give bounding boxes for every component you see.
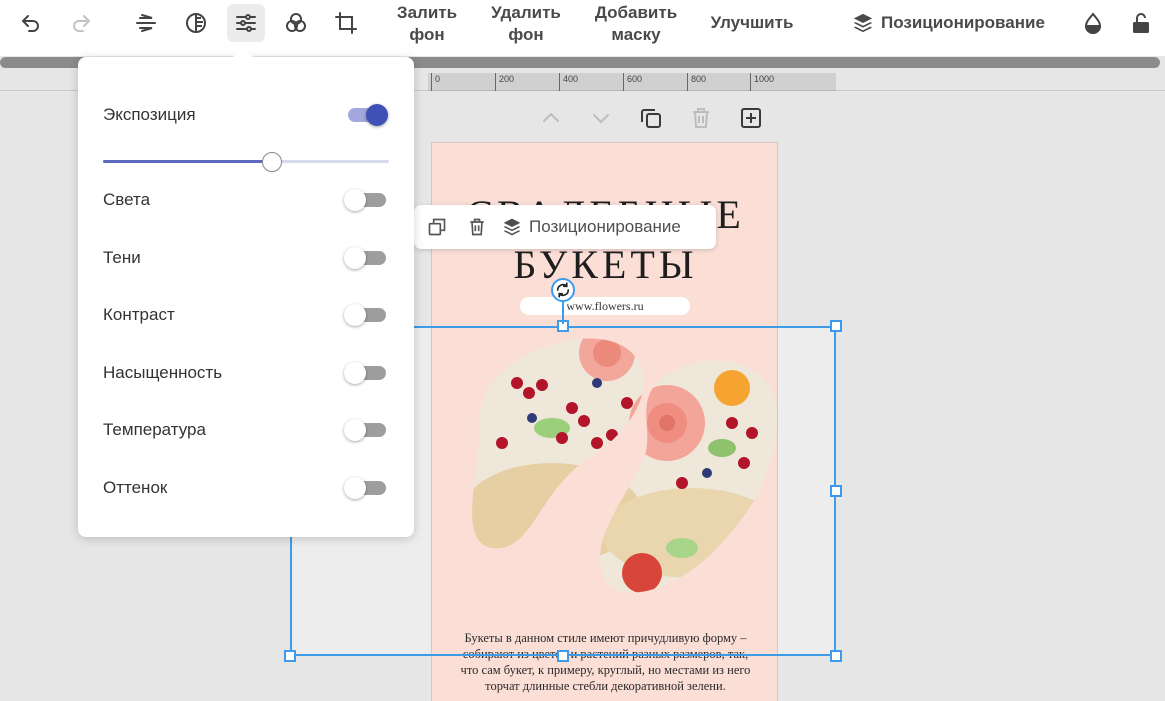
blend-icon[interactable] [277, 4, 315, 42]
add-mask-button[interactable]: Добавить маску [588, 2, 684, 46]
lock-open-icon[interactable] [1122, 4, 1160, 42]
layers-icon [503, 218, 521, 236]
remove-background-line1: Удалить [491, 3, 561, 22]
ruler-tick: 600 [623, 73, 642, 91]
rotate-handle[interactable] [551, 278, 575, 302]
context-positioning-button[interactable]: Позиционирование [502, 217, 681, 237]
duplicate-page-icon[interactable] [637, 104, 665, 132]
ruler-tick: 200 [495, 73, 514, 91]
fill-drop-icon[interactable] [1074, 4, 1112, 42]
ruler-tick: 1000 [750, 73, 774, 91]
tint-row: Оттенок [103, 473, 388, 503]
shadows-toggle[interactable] [344, 243, 388, 273]
highlights-toggle[interactable] [344, 185, 388, 215]
tint-label: Оттенок [103, 478, 168, 497]
shadows-row: Тени [103, 243, 388, 273]
enhance-button[interactable]: Улучшить [704, 12, 800, 34]
adjust-icon[interactable] [227, 4, 265, 42]
remove-background-button[interactable]: Удалить фон [484, 2, 568, 46]
flip-icon[interactable] [127, 4, 165, 42]
context-toolbar: Позиционирование [414, 205, 716, 249]
saturation-row: Насыщенность [103, 358, 388, 388]
saturation-toggle[interactable] [344, 358, 388, 388]
ruler: 0 200 400 600 800 1000 [428, 73, 836, 91]
temperature-toggle[interactable] [344, 415, 388, 445]
temperature-row: Температура [103, 415, 388, 445]
resize-handle-bl[interactable] [284, 650, 296, 662]
fill-background-line2: фон [409, 25, 445, 44]
add-mask-line1: Добавить [594, 3, 678, 22]
saturation-label: Насыщенность [103, 363, 223, 382]
contrast-toggle[interactable] [344, 300, 388, 330]
positioning-label: Позиционирование [881, 13, 1045, 32]
duplicate-icon[interactable] [422, 212, 452, 242]
fill-background-line1: Залить [396, 3, 458, 22]
delete-page-icon[interactable] [687, 104, 715, 132]
exposure-toggle[interactable] [344, 100, 388, 130]
highlights-row: Света [103, 185, 388, 215]
undo-icon[interactable] [12, 4, 50, 42]
filter-icon[interactable] [177, 4, 215, 42]
page-up-icon[interactable] [537, 104, 565, 132]
design-url[interactable]: www.flowers.ru [520, 297, 690, 315]
add-page-icon[interactable] [737, 104, 765, 132]
exposure-slider[interactable] [103, 152, 389, 172]
ruler-tick: 0 [431, 73, 440, 91]
rotate-icon [556, 282, 570, 298]
adjustments-panel: Экспозиция Света Тени Контраст Насыщенно… [78, 57, 414, 537]
exposure-row: Экспозиция [103, 100, 388, 130]
ruler-tick: 400 [559, 73, 578, 91]
redo-icon[interactable] [62, 4, 100, 42]
contrast-label: Контраст [103, 305, 175, 324]
delete-icon[interactable] [462, 212, 492, 242]
contrast-row: Контраст [103, 300, 388, 330]
fill-background-button[interactable]: Залить фон [390, 2, 464, 46]
layers-icon [853, 13, 873, 33]
exposure-slider-thumb[interactable] [261, 152, 282, 172]
ruler-tick: 800 [687, 73, 706, 91]
positioning-button[interactable]: Позиционирование [852, 12, 1045, 34]
top-toolbar: Залить фон Удалить фон Добавить маску Ул… [0, 0, 1165, 56]
resize-handle-tr[interactable] [830, 320, 842, 332]
context-positioning-label: Позиционирование [529, 217, 681, 236]
page-down-icon[interactable] [587, 104, 615, 132]
shadows-label: Тени [103, 248, 141, 267]
temperature-label: Температура [103, 420, 206, 439]
crop-icon[interactable] [327, 4, 365, 42]
add-mask-line2: маску [611, 25, 661, 44]
resize-handle-b[interactable] [557, 650, 569, 662]
highlights-label: Света [103, 190, 151, 209]
exposure-label: Экспозиция [103, 105, 196, 124]
rotate-connector [562, 302, 564, 324]
resize-handle-r[interactable] [830, 485, 842, 497]
tint-toggle[interactable] [344, 473, 388, 503]
remove-background-line2: фон [508, 25, 544, 44]
resize-handle-br[interactable] [830, 650, 842, 662]
